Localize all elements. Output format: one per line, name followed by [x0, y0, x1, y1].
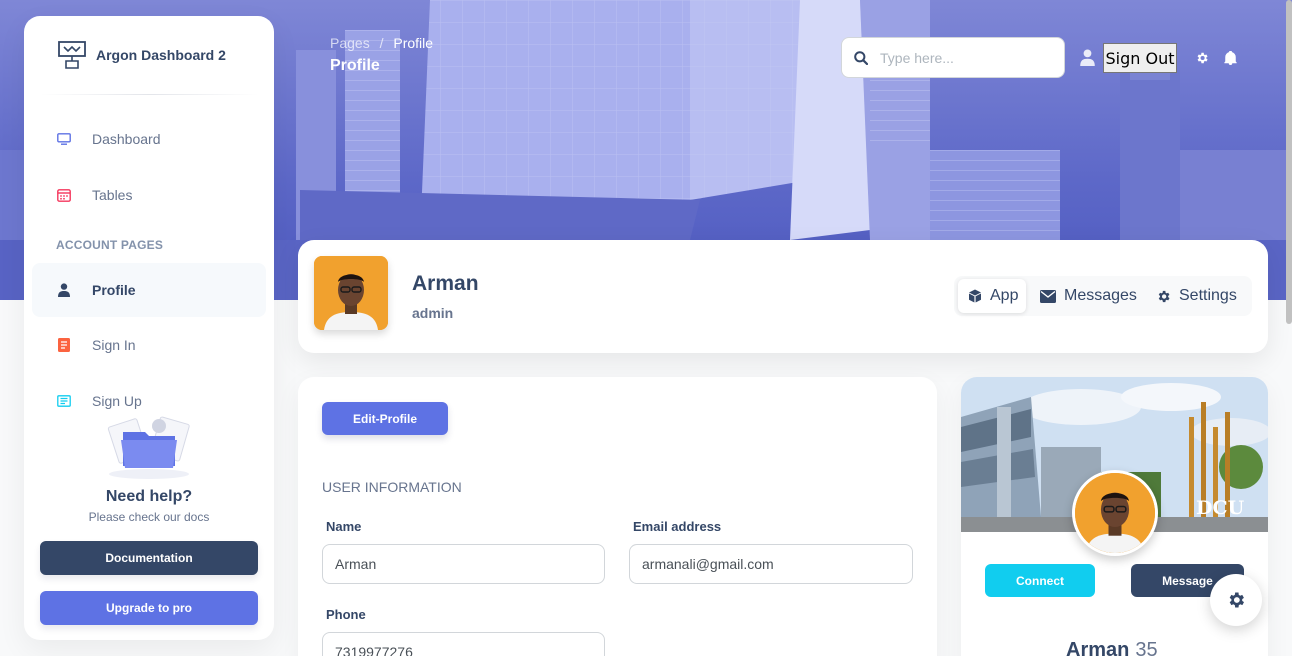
email-field[interactable]: armanali@gmail.com	[629, 544, 913, 584]
upgrade-button[interactable]: Upgrade to pro	[40, 591, 258, 625]
breadcrumb-separator: /	[379, 35, 384, 51]
connect-name: Arman 35	[1066, 639, 1158, 656]
user-icon	[56, 282, 72, 298]
profile-header-card: Arman admin App Messages Settings	[298, 240, 1268, 353]
breadcrumb-current: Profile	[393, 35, 434, 51]
account-pages-heading: ACCOUNT PAGES	[56, 238, 164, 252]
gear-icon	[1229, 592, 1244, 608]
phone-label: Phone	[326, 607, 366, 622]
gear-icon[interactable]	[1195, 51, 1209, 65]
profile-tabs: App Messages Settings	[954, 276, 1252, 316]
connect-avatar	[1072, 470, 1158, 556]
sign-out-button[interactable]: Sign Out	[1103, 43, 1177, 73]
sidebar-item-sign-in[interactable]: Sign In	[32, 318, 266, 372]
help-illustration	[99, 408, 199, 480]
profile-avatar	[314, 256, 388, 330]
user-information-heading: USER INFORMATION	[322, 479, 462, 495]
cube-icon	[969, 289, 981, 303]
tab-label: Messages	[1064, 287, 1137, 304]
sidebar-item-dashboard[interactable]: Dashboard	[32, 112, 266, 166]
sidebar-item-tables[interactable]: Tables	[32, 168, 266, 222]
page-scrollbar[interactable]	[1286, 0, 1292, 324]
help-title: Need help?	[105, 488, 193, 505]
edit-profile-button[interactable]: Edit-Profile	[322, 402, 448, 435]
cover-logo-text: DCU	[1196, 497, 1245, 519]
name-label: Name	[326, 519, 362, 534]
user-info-card: Edit-Profile USER INFORMATION Name Arman…	[298, 377, 937, 656]
sidebar-item-label: Sign In	[92, 337, 136, 353]
breadcrumb-root[interactable]: Pages	[330, 35, 370, 51]
profile-role: admin	[412, 305, 454, 321]
sidebar-item-label: Tables	[92, 187, 133, 203]
document-icon	[56, 337, 72, 353]
connect-button[interactable]: Connect	[985, 564, 1095, 597]
user-icon[interactable]	[1080, 49, 1095, 66]
calendar-icon	[56, 187, 72, 203]
brand-logo-icon	[58, 41, 86, 69]
page-title: Profile	[330, 57, 380, 74]
sidebar-item-label: Dashboard	[92, 131, 161, 147]
sidebar-item-profile[interactable]: Profile	[32, 263, 266, 317]
connect-age: 35	[1135, 639, 1158, 656]
name-field[interactable]: Arman	[322, 544, 605, 584]
bell-icon[interactable]	[1224, 51, 1237, 65]
tab-app[interactable]: App	[958, 279, 1026, 313]
connect-name-text: Arman	[1066, 639, 1130, 656]
email-label: Email address	[633, 519, 722, 534]
help-subtitle: Please check our docs	[88, 510, 210, 524]
search-input[interactable]	[880, 49, 1050, 66]
envelope-icon	[1040, 289, 1056, 303]
tab-label: Settings	[1179, 287, 1237, 304]
brand-name: Argon Dashboard 2	[96, 47, 226, 63]
sidebar: Argon Dashboard 2 Dashboard Tables ACCOU…	[24, 16, 274, 640]
search-icon	[854, 50, 868, 65]
sidebar-item-label: Sign Up	[92, 393, 142, 409]
breadcrumb: Pages / Profile	[330, 35, 433, 51]
help-card: Need help? Please check our docs	[24, 408, 274, 524]
tv-icon	[56, 131, 72, 147]
profile-name: Arman	[412, 272, 479, 295]
gear-icon	[1158, 290, 1170, 302]
collection-icon	[56, 393, 72, 409]
sidebar-item-label: Profile	[92, 282, 136, 298]
documentation-button[interactable]: Documentation	[40, 541, 258, 575]
search-box[interactable]	[841, 37, 1065, 78]
sidebar-divider	[40, 94, 258, 95]
configurator-button[interactable]	[1210, 574, 1262, 626]
tab-label: App	[990, 287, 1019, 304]
brand[interactable]: Argon Dashboard 2	[24, 16, 274, 94]
phone-field[interactable]: 7319977276	[322, 632, 605, 656]
tab-settings[interactable]: Settings	[1156, 279, 1237, 313]
tab-messages[interactable]: Messages	[1040, 279, 1137, 313]
